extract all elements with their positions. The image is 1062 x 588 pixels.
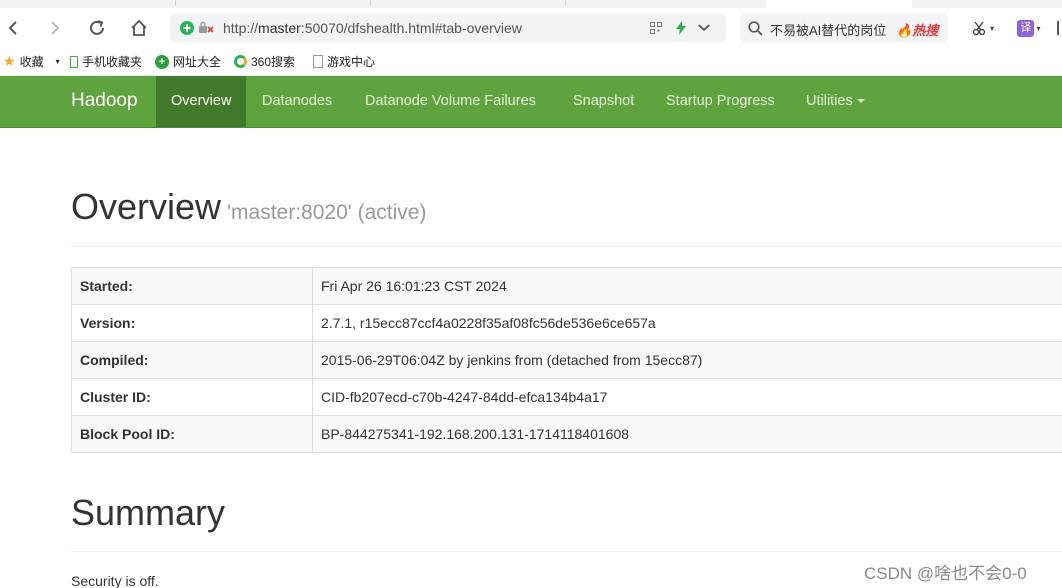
row-key: Version: — [71, 304, 313, 342]
hot-search-label: 热搜 — [912, 23, 939, 38]
tab-separator — [565, 0, 566, 6]
summary-heading: Summary — [71, 492, 226, 533]
row-value: Fri Apr 26 16:01:23 CST 2024 — [312, 267, 1062, 305]
browser-tab-strip — [0, 0, 1062, 8]
insecure-lock-icon[interactable] — [198, 21, 214, 35]
translate-icon: 译 — [1017, 19, 1035, 37]
bookmark-label: 360搜索 — [251, 55, 296, 69]
table-row: Version: 2.7.1, r15ecc87ccf4a0228f35af08… — [71, 304, 1062, 342]
row-key: Compiled: — [71, 341, 313, 379]
table-row: Block Pool ID: BP-844275341-192.168.200.… — [71, 415, 1062, 453]
hot-search-badge: 🔥热搜 — [896, 23, 939, 38]
search-query: 不易被AI替代的岗位 — [770, 23, 887, 38]
nav-utilities[interactable]: Utilities — [791, 76, 880, 127]
plus-circle-icon: + — [155, 54, 169, 69]
bookmark-mobile-favorites[interactable]: 手机收藏夹 — [70, 53, 142, 70]
forward-button[interactable] — [44, 17, 66, 39]
row-value: BP-844275341-192.168.200.131-17141184016… — [312, 415, 1062, 453]
nav-datanode-volume-failures[interactable]: Datanode Volume Failures — [350, 76, 551, 127]
overview-table: Started: Fri Apr 26 16:01:23 CST 2024 Ve… — [71, 267, 1062, 453]
phone-icon — [70, 55, 78, 68]
bookmark-site-directory[interactable]: + 网址大全 — [155, 53, 221, 70]
bookmarks-bar: ★ 收藏 ▾ 手机收藏夹 + 网址大全 360搜索 游戏中心 — [0, 48, 1062, 76]
browser-toolbar: http://master:50070/dfshealth.html#tab-o… — [0, 8, 1062, 48]
bookmark-label: 游戏中心 — [327, 55, 376, 69]
address-bar[interactable]: http://master:50070/dfshealth.html#tab-o… — [170, 14, 726, 42]
lightning-icon[interactable] — [675, 21, 687, 35]
reload-button[interactable] — [86, 17, 108, 39]
divider — [71, 551, 1062, 552]
dropdown-caret-icon: ▾ — [1036, 23, 1041, 33]
overview-title: Overview — [71, 186, 222, 227]
csdn-watermark: CSDN @啥也不会0-0 — [864, 564, 1027, 583]
table-row: Compiled: 2015-06-29T06:04Z by jenkins f… — [71, 341, 1062, 379]
url-text[interactable]: http://master:50070/dfshealth.html#tab-o… — [223, 20, 522, 36]
back-arrow-icon — [8, 21, 17, 35]
dropdown-caret-icon: ▾ — [989, 23, 994, 33]
overflow-icon — [1056, 21, 1060, 35]
back-button[interactable] — [2, 17, 24, 39]
forward-arrow-icon — [51, 21, 60, 35]
url-path: :50070/dfshealth.html#tab-overview — [300, 20, 522, 36]
row-value: 2.7.1, r15ecc87ccf4a0228f35af08fc56de536… — [312, 304, 1062, 342]
url-scheme: http:// — [223, 20, 259, 36]
qr-code-icon[interactable] — [650, 22, 662, 34]
row-key: Cluster ID: — [71, 378, 313, 416]
home-button[interactable] — [128, 17, 150, 39]
hadoop-brand[interactable]: Hadoop — [71, 90, 138, 112]
more-button[interactable] — [1054, 17, 1062, 39]
search-icon — [748, 21, 763, 36]
bookmark-360-search[interactable]: 360搜索 — [234, 53, 295, 70]
360-search-icon — [234, 55, 247, 68]
table-row: Started: Fri Apr 26 16:01:23 CST 2024 — [71, 267, 1062, 305]
row-value: 2015-06-29T06:04Z by jenkins from (detac… — [312, 341, 1062, 379]
translate-button[interactable]: 译 ▾ — [1013, 17, 1045, 39]
bookmark-label: 手机收藏夹 — [82, 55, 143, 69]
star-icon: ★ — [3, 53, 16, 69]
caret-down-icon — [856, 99, 865, 104]
row-key: Block Pool ID: — [71, 415, 313, 453]
nav-snapshot[interactable]: Snapshot — [558, 76, 649, 127]
tab-separator — [370, 0, 371, 6]
home-icon — [131, 19, 147, 36]
scissors-button[interactable]: ▾ — [968, 17, 998, 39]
nav-startup-progress[interactable]: Startup Progress — [651, 76, 790, 127]
active-browser-tab[interactable] — [766, 0, 912, 8]
reload-icon — [90, 20, 104, 35]
row-key: Started: — [71, 267, 313, 305]
security-status-text: Security is off. — [71, 573, 159, 588]
dropdown-caret-icon: ▾ — [55, 57, 60, 66]
overview-heading: Overview'master:8020' (active) — [71, 186, 426, 228]
bookmark-favorites[interactable]: ★ 收藏 ▾ — [3, 53, 60, 70]
bookmark-label: 网址大全 — [173, 55, 222, 69]
url-host: master — [258, 20, 301, 36]
nav-overview[interactable]: Overview — [156, 76, 247, 127]
bookmark-label: 收藏 — [19, 55, 44, 69]
table-row: Cluster ID: CID-fb207ecd-c70b-4247-84dd-… — [71, 378, 1062, 416]
nav-datanodes[interactable]: Datanodes — [247, 76, 347, 127]
chevron-down-icon[interactable] — [698, 23, 710, 33]
scissors-icon — [972, 21, 986, 36]
nav-utilities-label: Utilities — [806, 93, 853, 109]
overview-subtitle: 'master:8020' (active) — [227, 201, 427, 224]
row-value: CID-fb207ecd-c70b-4247-84dd-efca134b4a17 — [312, 378, 1062, 416]
bookmark-game-center[interactable]: 游戏中心 — [313, 53, 375, 70]
shield-plus-icon — [180, 21, 194, 35]
divider — [71, 246, 1062, 247]
tab-separator — [175, 0, 176, 6]
search-box[interactable]: 不易被AI替代的岗位 🔥热搜 — [740, 14, 948, 42]
page-icon — [313, 55, 323, 68]
hadoop-navbar: Hadoop Overview Datanodes Datanode Volum… — [0, 76, 1062, 128]
